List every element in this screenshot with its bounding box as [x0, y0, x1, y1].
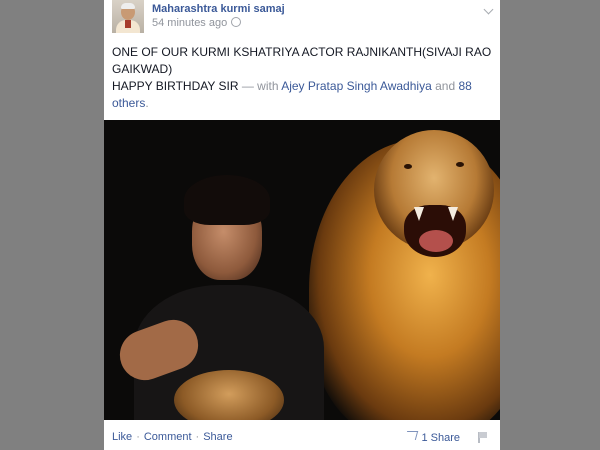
- share-link[interactable]: Share: [203, 431, 232, 443]
- lion-eye-left: [404, 164, 412, 169]
- birthday-text: HAPPY BIRTHDAY SIR: [112, 79, 239, 93]
- like-link[interactable]: Like: [112, 431, 132, 443]
- share-count[interactable]: 1 Share: [405, 431, 460, 444]
- chevron-down-icon[interactable]: [483, 4, 494, 15]
- lion-fang-left: [414, 207, 424, 221]
- share-count-label: 1 Share: [421, 432, 460, 444]
- post-card: Maharashtra kurmi samaj 54 minutes ago O…: [104, 0, 500, 450]
- post-actions: Like · Comment · Share: [112, 431, 233, 443]
- comment-link[interactable]: Comment: [144, 431, 192, 443]
- end-period: .: [145, 96, 149, 110]
- with-connector: — with: [241, 79, 279, 93]
- man-hair: [184, 175, 270, 225]
- lion-eye-right: [456, 162, 464, 167]
- poster-name[interactable]: Maharashtra kurmi samaj: [152, 3, 285, 15]
- flag-cloth: [479, 432, 487, 438]
- globe-icon[interactable]: [231, 17, 242, 27]
- post-timestamp[interactable]: 54 minutes ago: [152, 17, 227, 29]
- lion-fang-right: [448, 207, 458, 221]
- lion-tongue: [419, 230, 453, 252]
- action-separator: ·: [136, 431, 140, 443]
- avatar-hair: [121, 3, 135, 9]
- post-text-line2: HAPPY BIRTHDAY SIR — with Ajey Pratap Si…: [112, 78, 492, 112]
- post-photo[interactable]: [104, 120, 500, 420]
- action-separator: ·: [195, 431, 200, 443]
- flag-icon[interactable]: [478, 432, 488, 443]
- post-text: ONE OF OUR KURMI KSHATRIYA ACTOR RAJNIKA…: [112, 44, 492, 112]
- avatar-collar: [125, 20, 131, 28]
- tagged-person-link[interactable]: Ajey Pratap Singh Awadhiya: [281, 79, 432, 93]
- poster-avatar[interactable]: [112, 0, 144, 33]
- share-arrow-icon: [405, 431, 419, 440]
- post-meta: 54 minutes ago: [152, 17, 242, 29]
- and-word: and: [435, 79, 456, 93]
- post-text-line1: ONE OF OUR KURMI KSHATRIYA ACTOR RAJNIKA…: [112, 45, 492, 76]
